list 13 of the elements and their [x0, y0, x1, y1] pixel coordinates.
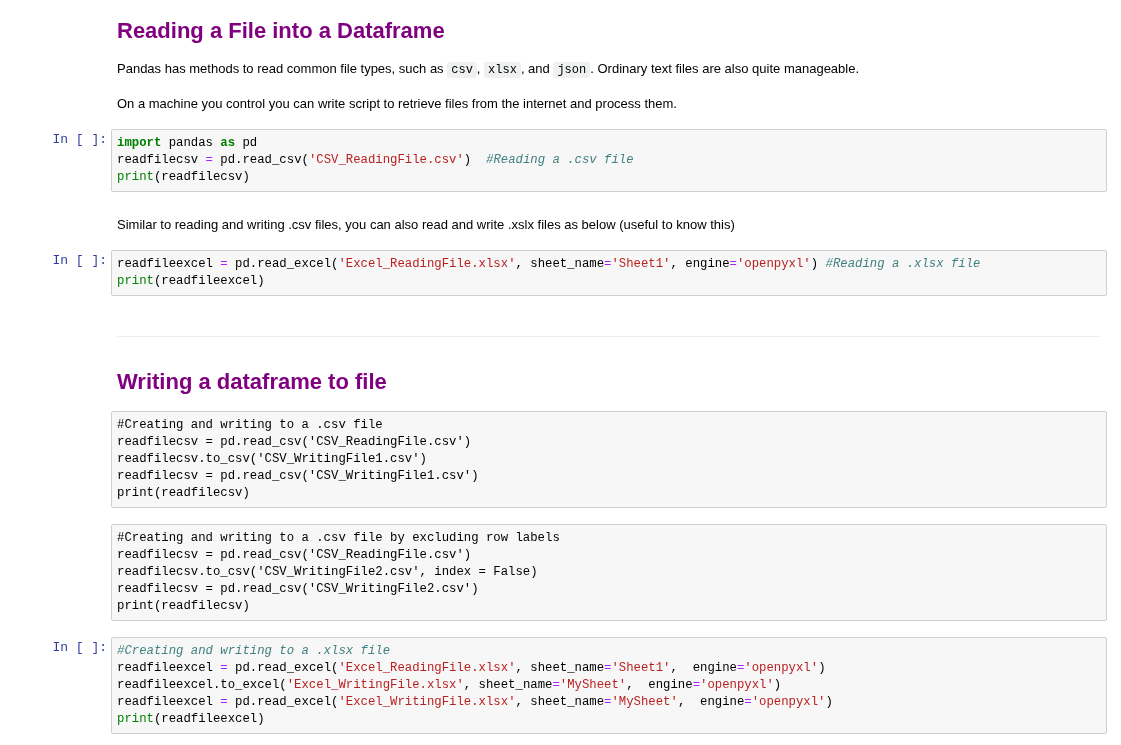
section-heading: Reading a File into a Dataframe [117, 18, 445, 44]
cell-prompt: In [ ]: [52, 131, 107, 147]
paragraph: Similar to reading and writing .csv files, you can also read and write .xslx files as below (useful to know this) [117, 216, 735, 234]
code-cell[interactable]: readfileexcel = pd.read_excel('Excel_ReadingFile.xlsx', sheet_name='Sheet1', engine='openpyxl') #Reading a .xlsx file print(readfileexcel) [111, 250, 1107, 296]
code-cell[interactable]: import pandas as pd readfilecsv = pd.read_csv('CSV_ReadingFile.csv') #Reading a .csv file print(readfilecsv) [111, 129, 1107, 192]
cell-prompt: In [ ]: [52, 252, 107, 268]
code-cell[interactable]: #Creating and writing to a .csv file readfilecsv = pd.read_csv('CSV_ReadingFile.csv') readfilecsv.to_csv('CSV_WritingFile1.csv') readfilecsv = pd.read_csv('CSV_WritingFile1.csv') print(readfilecsv) [111, 411, 1107, 508]
section-heading: Writing a dataframe to file [117, 369, 387, 395]
cell-prompt: In [ ]: [52, 639, 107, 655]
paragraph: On a machine you control you can write script to retrieve files from the internet and process them. [117, 95, 677, 113]
code-cell[interactable]: #Creating and writing to a .csv file by excluding row labels readfilecsv = pd.read_csv('CSV_ReadingFile.csv') readfilecsv.to_csv('CSV_WritingFile2.csv', index = False) readfilecsv = pd.read_csv('CSV_WritingFile2.csv') print(readfilecsv) [111, 524, 1107, 621]
paragraph: Pandas has methods to read common file types, such as csv , xlsx , and json . Ordinary text files are also quite manageable. [117, 60, 860, 79]
code-cell[interactable]: #Creating and writing to a .xlsx file readfileexcel = pd.read_excel('Excel_ReadingFile.xlsx', sheet_name='Sheet1', engine='openpyxl') readfileexcel.to_excel('Excel_WritingFile.xlsx', sheet_name='MySheet', engine='openpyxl') readfileexcel = pd.read_excel('Excel_WritingFile.xlsx', sheet_name='MySheet', engine='openpyxl') print(readfileexcel) [111, 637, 1107, 734]
